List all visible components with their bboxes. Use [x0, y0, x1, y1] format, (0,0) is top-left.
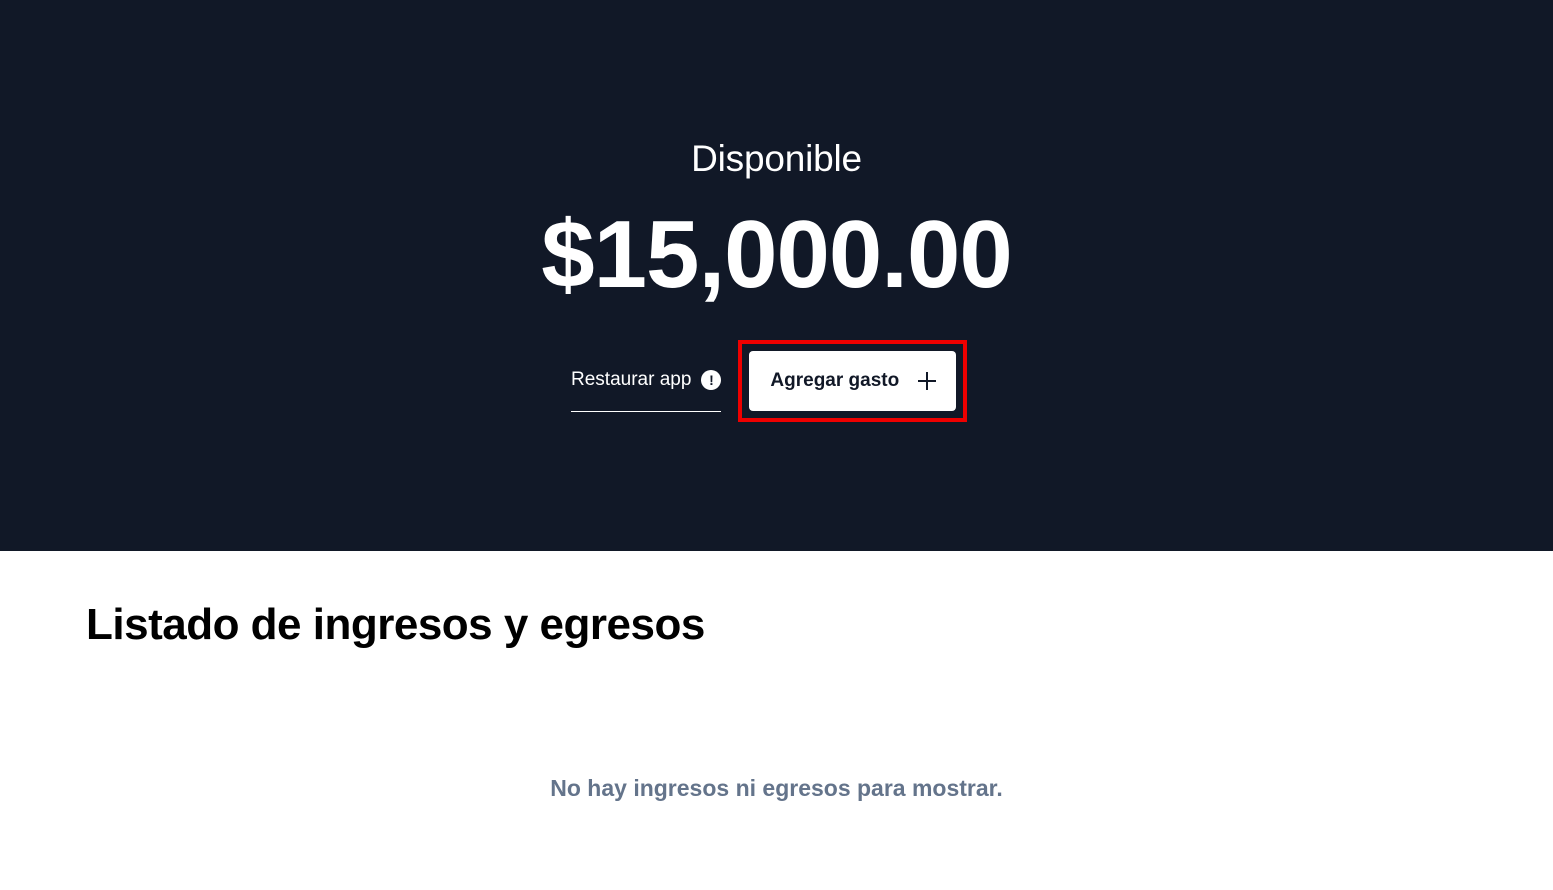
available-amount: $15,000.00	[541, 201, 1012, 308]
add-expense-button[interactable]: Agregar gasto	[749, 351, 957, 411]
add-expense-label: Agregar gasto	[770, 370, 900, 391]
available-label: Disponible	[691, 138, 862, 179]
header-actions: Restaurar app ! Agregar gasto	[571, 340, 968, 422]
transactions-list-title: Listado de ingresos y egresos	[86, 600, 705, 649]
restore-app-label: Restaurar app	[571, 368, 692, 390]
alert-circle-icon: !	[701, 369, 722, 390]
balance-header: Disponible $15,000.00 Restaurar app ! Ag…	[0, 0, 1553, 551]
plus-icon	[918, 372, 937, 390]
empty-state-message: No hay ingresos ni egresos para mostrar.	[550, 775, 1003, 801]
add-expense-highlight: Agregar gasto	[738, 340, 968, 422]
restore-app-link[interactable]: Restaurar app !	[571, 351, 722, 412]
